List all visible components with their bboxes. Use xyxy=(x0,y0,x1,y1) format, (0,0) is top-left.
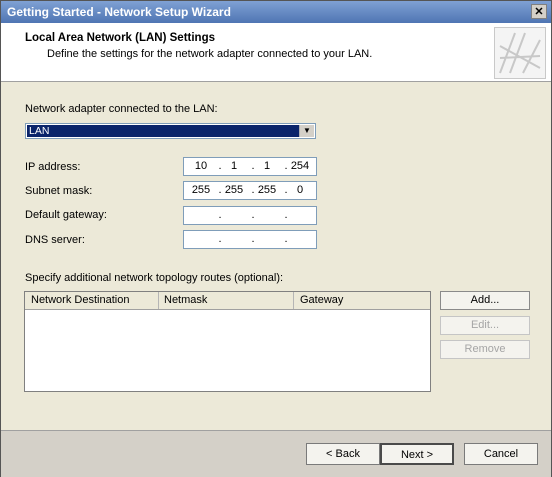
adapter-label: Network adapter connected to the LAN: xyxy=(25,103,218,115)
next-button[interactable]: Next > xyxy=(380,443,454,465)
wizard-window: Getting Started - Network Setup Wizard ✕… xyxy=(0,0,552,477)
subnet-mask-label: Subnet mask: xyxy=(25,185,93,197)
ip-octet[interactable]: 254 xyxy=(289,160,311,172)
close-icon[interactable]: ✕ xyxy=(531,4,547,19)
adapter-selected-value: LAN xyxy=(27,125,299,137)
ip-octet[interactable]: 1 xyxy=(223,160,245,172)
column-header-netmask[interactable]: Netmask xyxy=(164,294,207,306)
ip-octet[interactable]: 1 xyxy=(256,160,278,172)
window-title: Getting Started - Network Setup Wizard xyxy=(7,5,231,19)
ip-separator: . xyxy=(251,209,255,221)
back-button[interactable]: < Back xyxy=(306,443,380,465)
column-divider[interactable] xyxy=(293,292,294,309)
network-graphic-icon xyxy=(494,27,546,79)
routes-list[interactable]: Network Destination Netmask Gateway xyxy=(24,291,431,392)
column-header-network-destination[interactable]: Network Destination xyxy=(31,294,129,306)
ip-separator: . xyxy=(284,233,288,245)
dns-server-field[interactable]: . . . xyxy=(183,230,317,249)
ip-address-label: IP address: xyxy=(25,161,81,173)
default-gateway-field[interactable]: . . . xyxy=(183,206,317,225)
subnet-octet[interactable]: 255 xyxy=(223,184,245,196)
ip-separator: . xyxy=(218,209,222,221)
column-divider[interactable] xyxy=(158,292,159,309)
wizard-header: Local Area Network (LAN) Settings Define… xyxy=(1,23,551,82)
remove-route-button[interactable]: Remove xyxy=(440,340,530,359)
chevron-down-icon[interactable]: ▼ xyxy=(299,125,314,137)
column-header-gateway[interactable]: Gateway xyxy=(300,294,343,306)
adapter-select[interactable]: LAN ▼ xyxy=(25,123,316,139)
routes-header: Network Destination Netmask Gateway xyxy=(25,292,430,310)
subnet-octet[interactable]: 255 xyxy=(256,184,278,196)
dns-server-label: DNS server: xyxy=(25,234,85,246)
ip-separator: . xyxy=(251,233,255,245)
subnet-mask-field[interactable]: 255 . 255 . 255 . 0 xyxy=(183,181,317,200)
add-route-button[interactable]: Add... xyxy=(440,291,530,310)
ip-separator: . xyxy=(284,209,288,221)
cancel-button[interactable]: Cancel xyxy=(464,443,538,465)
ip-octet[interactable]: 10 xyxy=(190,160,212,172)
title-bar: Getting Started - Network Setup Wizard ✕ xyxy=(1,1,551,23)
ip-address-field[interactable]: 10 . 1 . 1 . 254 xyxy=(183,157,317,176)
routes-label: Specify additional network topology rout… xyxy=(25,272,284,284)
default-gateway-label: Default gateway: xyxy=(25,209,107,221)
page-subtitle: Define the settings for the network adap… xyxy=(47,48,373,60)
page-title: Local Area Network (LAN) Settings xyxy=(25,32,215,44)
subnet-octet[interactable]: 0 xyxy=(289,184,311,196)
edit-route-button[interactable]: Edit... xyxy=(440,316,530,335)
subnet-octet[interactable]: 255 xyxy=(190,184,212,196)
ip-separator: . xyxy=(218,233,222,245)
